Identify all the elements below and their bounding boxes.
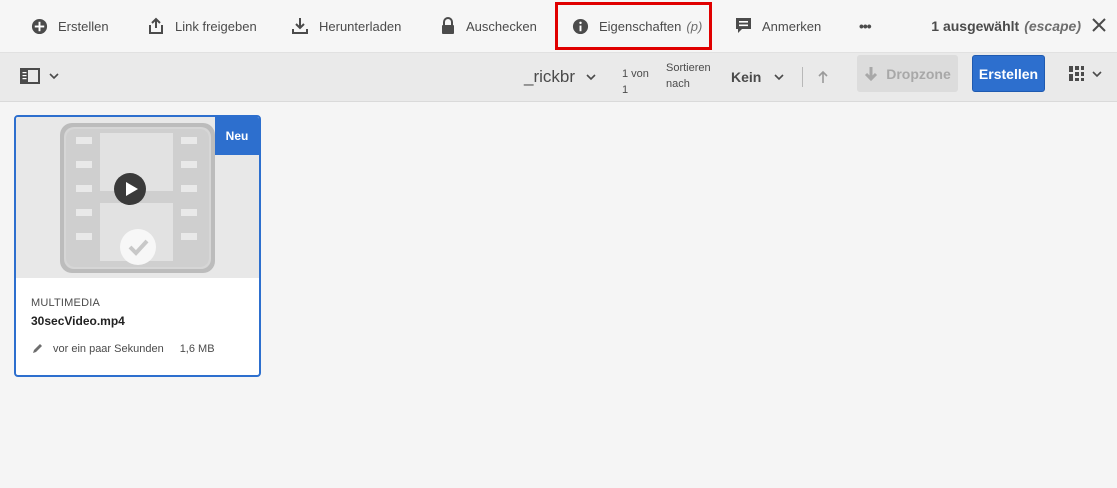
sort-line1: Sortieren	[666, 62, 711, 74]
pagination: 1 von 1	[622, 66, 649, 98]
lock-icon	[442, 17, 454, 34]
checkout-action[interactable]: Auschecken	[440, 0, 537, 52]
sort-value: Kein	[731, 69, 762, 85]
asset-title: 30secVideo.mp4	[31, 314, 125, 328]
share-link-label: Link freigeben	[175, 18, 257, 34]
download-icon	[865, 66, 878, 81]
selection-hint: (escape)	[1024, 18, 1081, 34]
toolbar: _rickbr 1 von 1 Sortieren nach Kein Drop…	[0, 53, 1117, 102]
chevron-down-icon	[49, 73, 59, 80]
grid-view-icon	[1069, 66, 1084, 81]
chevron-down-icon	[586, 74, 596, 81]
asset-meta: vor ein paar Sekunden 1,6 MB	[31, 343, 215, 355]
arrow-up-icon[interactable]	[817, 70, 829, 84]
asset-type: MULTIMEDIA	[31, 297, 101, 309]
sort-select[interactable]: Kein	[731, 53, 785, 101]
close-icon[interactable]	[1091, 17, 1107, 33]
plus-circle-icon	[31, 18, 48, 34]
play-icon	[114, 173, 146, 205]
selection-label: 1 ausgewählt	[931, 18, 1020, 34]
create-button[interactable]: Erstellen	[972, 55, 1045, 92]
folder-name: _rickbr	[524, 67, 576, 86]
asset-size: 1,6 MB	[179, 343, 215, 355]
dropzone-button[interactable]: Dropzone	[857, 55, 958, 92]
new-badge: Neu	[215, 117, 259, 155]
divider	[802, 67, 803, 87]
download-label: Herunterladen	[319, 18, 402, 34]
pencil-icon	[33, 344, 42, 353]
asset-thumbnail: Neu	[16, 117, 259, 278]
highlight-frame	[555, 2, 712, 50]
rail-toggle-button[interactable]	[20, 68, 60, 84]
folder-switcher[interactable]: _rickbr	[524, 53, 597, 101]
asset-modified: vor ein paar Sekunden	[53, 343, 164, 355]
share-link-action[interactable]: Link freigeben	[147, 0, 257, 52]
action-bar: Erstellen Link freigeben Herunterladen A…	[0, 0, 1117, 53]
download-action[interactable]: Herunterladen	[291, 0, 401, 52]
dropzone-label: Dropzone	[886, 65, 951, 82]
asset-card[interactable]: Neu MULTIMEDIA 30secVideo.mp4 vor ein pa…	[14, 115, 261, 377]
page-line2: 1	[622, 84, 629, 96]
checkout-label: Auschecken	[466, 18, 537, 34]
share-icon	[149, 17, 163, 34]
page-line1: 1 von	[622, 68, 649, 80]
annotate-icon	[736, 18, 751, 33]
view-switcher[interactable]	[1068, 65, 1103, 82]
more-icon[interactable]: •••	[859, 0, 872, 52]
selection-count: 1 ausgewählt (escape)	[931, 0, 1081, 52]
create-action[interactable]: Erstellen	[31, 0, 109, 52]
create-button-label: Erstellen	[978, 65, 1039, 82]
check-icon	[120, 229, 156, 265]
create-action-label: Erstellen	[58, 18, 109, 34]
annotate-label: Anmerken	[762, 18, 822, 34]
download-icon	[292, 18, 308, 34]
rail-icon	[20, 68, 40, 84]
annotate-action[interactable]: Anmerken	[735, 0, 821, 52]
chevron-down-icon	[774, 74, 784, 81]
sort-line2: nach	[666, 78, 690, 90]
sort-label: Sortieren nach	[666, 60, 711, 92]
chevron-down-icon	[1092, 70, 1102, 77]
